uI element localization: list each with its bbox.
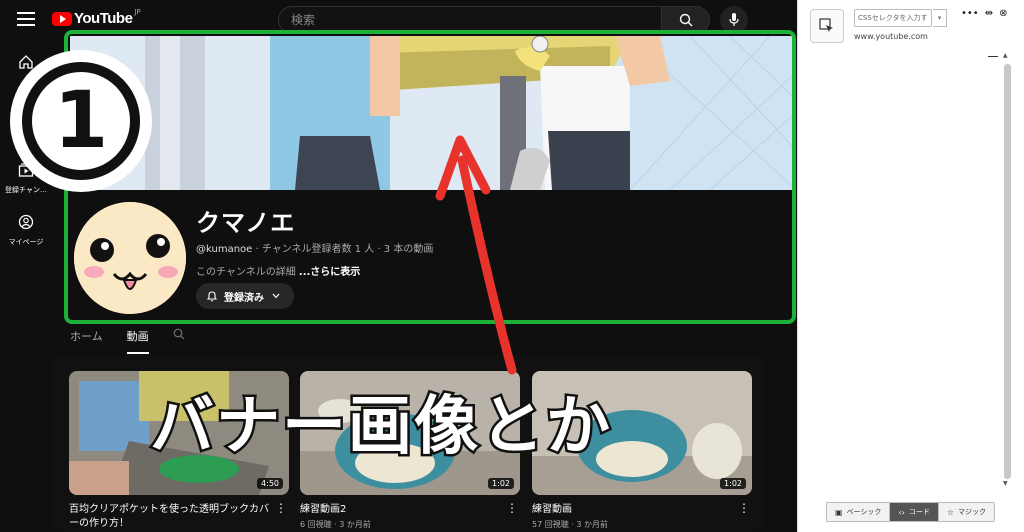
mode-switcher: ▣ ベーシック ‹› コード ☆ マジック xyxy=(826,502,996,522)
channel-description[interactable]: このチャンネルの詳細 ...さらに表示 xyxy=(196,263,360,278)
youtube-play-icon xyxy=(52,11,72,26)
channel-meta: @kumanoe · チャンネル登録者数 1 人 · 3 本の動画 xyxy=(196,240,433,255)
element-picker-button[interactable] xyxy=(810,9,844,43)
mode-label: マジック xyxy=(958,508,987,516)
mode-magic[interactable]: ☆ マジック xyxy=(938,503,995,521)
subscribed-button[interactable]: 登録済み xyxy=(196,283,294,309)
channel-description-text: このチャンネルの詳細 xyxy=(196,267,299,278)
more-options-icon[interactable]: ⋮ xyxy=(275,502,287,514)
logo-text: YouTube xyxy=(74,10,133,27)
scroll-up-icon[interactable]: ▲ xyxy=(1003,52,1008,59)
panel-controls: ••• ⇹ ⊗ xyxy=(961,8,1013,19)
chevron-down-icon xyxy=(272,293,280,299)
channel-banner[interactable] xyxy=(70,36,792,190)
channel-avatar[interactable] xyxy=(74,202,186,314)
bell-icon xyxy=(206,291,218,302)
show-more-link[interactable]: ...さらに表示 xyxy=(299,267,360,278)
scroll-down-icon[interactable]: ▼ xyxy=(1003,480,1008,487)
voice-search-button[interactable] xyxy=(720,6,748,34)
tab-videos[interactable]: 動画 xyxy=(126,328,149,354)
video-duration: 1:02 xyxy=(720,478,746,489)
star-icon: ☆ xyxy=(946,507,955,517)
split-icon[interactable]: ⇹ xyxy=(985,8,993,19)
video-meta: 57 回視聴 · 3 か月前 xyxy=(532,520,608,529)
mode-basic[interactable]: ▣ ベーシック xyxy=(827,503,891,521)
step-number-badge: 1 xyxy=(10,50,152,192)
search-icon xyxy=(679,13,692,27)
search-input[interactable] xyxy=(278,6,662,34)
mode-label: コード xyxy=(908,508,930,516)
menu-icon[interactable] xyxy=(17,12,35,26)
close-icon[interactable]: ⊗ xyxy=(999,8,1007,19)
youtube-page: YouTube JP 登録チャン… マイページ xyxy=(0,0,797,532)
youtube-logo[interactable]: YouTube JP xyxy=(52,7,141,27)
cursor-select-icon xyxy=(819,18,833,32)
search-bar xyxy=(278,6,710,34)
search-button[interactable] xyxy=(662,6,710,34)
home-icon xyxy=(19,55,33,69)
selector-dropdown[interactable]: ▾ xyxy=(933,9,947,27)
sidebar-item-label: 登録チャン… xyxy=(5,186,47,194)
channel-name: クマノエ xyxy=(196,209,296,237)
extension-output xyxy=(798,52,998,492)
mode-code[interactable]: ‹› コード xyxy=(890,503,939,521)
tab-home[interactable]: ホーム xyxy=(70,328,103,352)
search-icon xyxy=(173,328,185,340)
sidebar-item-label: マイページ xyxy=(8,238,44,246)
extension-panel: ▾ ••• ⇹ ⊗ www.youtube.com ▲ ▼ ▣ベーシック ‹›コ… xyxy=(797,0,1024,532)
annotation-caption: バナー画像とか xyxy=(148,388,613,467)
mode-label: ベーシック xyxy=(846,508,882,516)
video-title[interactable]: 百均クリアポケットを使った透明ブックカバーの作り方！ xyxy=(69,503,269,531)
subscribed-label: 登録済み xyxy=(224,292,264,304)
css-selector-input[interactable] xyxy=(854,9,932,27)
sidebar-item-you[interactable]: マイページ xyxy=(0,214,52,247)
more-options-icon[interactable]: ⋮ xyxy=(738,502,750,514)
video-title[interactable]: 練習動画 xyxy=(532,503,732,517)
banner-illustration xyxy=(70,36,792,190)
more-icon[interactable]: ••• xyxy=(961,8,979,19)
video-title[interactable]: 練習動画2 xyxy=(300,503,500,517)
video-meta: 6 回視聴 · 3 か月前 xyxy=(300,520,371,529)
image-icon: ▣ xyxy=(835,507,843,517)
top-bar: YouTube JP xyxy=(0,0,797,40)
more-options-icon[interactable]: ⋮ xyxy=(506,502,518,514)
microphone-icon xyxy=(729,13,739,26)
logo-region: JP xyxy=(134,7,141,16)
kumanoe-face-icon xyxy=(74,202,186,314)
channel-tabs: ホーム 動画 xyxy=(70,328,209,354)
channel-handle: @kumanoe xyxy=(196,244,253,255)
page-url: www.youtube.com xyxy=(854,32,928,41)
channel-stats: · チャンネル登録者数 1 人 · 3 本の動画 xyxy=(252,244,434,255)
you-icon xyxy=(18,214,34,230)
scrollbar-thumb[interactable] xyxy=(1004,64,1011,479)
tab-search[interactable] xyxy=(173,328,185,351)
code-icon: ‹› xyxy=(898,507,905,517)
step-number: 1 xyxy=(22,62,140,180)
divider xyxy=(988,56,998,57)
